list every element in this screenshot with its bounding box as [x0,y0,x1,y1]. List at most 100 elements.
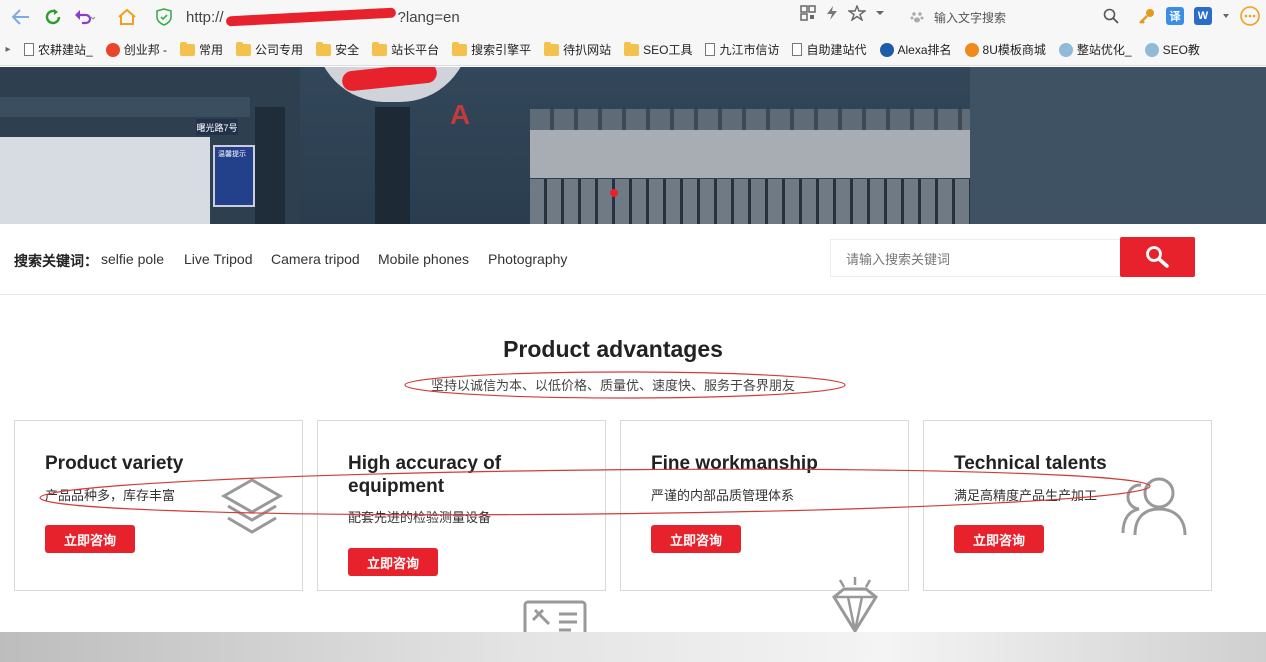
notice-board: 温馨提示 [213,145,255,207]
keyword-link[interactable]: Live Tripod [184,251,252,267]
card-title: Fine workmanship [651,453,818,474]
section-subtitle: 坚持以诚信为本、以低价格、质量优、速度快、服务于各界朋友 [430,378,795,393]
translate-extension-icon[interactable]: 译 [1166,7,1184,25]
bookmark-item[interactable]: 安全 [316,41,359,58]
site-search-button[interactable] [1120,237,1195,277]
chevron-down-icon[interactable] [1222,12,1230,20]
bookmark-label: 农耕建站_ [38,43,93,57]
address-actions [800,5,886,21]
url-prefix: http:// [186,8,224,26]
card-description: 产品品种多，库存丰富 [45,488,176,503]
banner-building-left [0,67,300,224]
banner-windows [530,179,970,224]
bookmark-item[interactable]: 待扒网站 [544,41,611,58]
bookmarks-expand-icon[interactable]: ▸ [0,44,16,55]
bookmark-item[interactable]: 公司专用 [236,41,303,58]
bookmark-label: 九江市信访 [719,43,780,57]
keyword-link[interactable]: Mobile phones [378,251,469,267]
bookmark-item[interactable]: SEO教 [1144,41,1200,58]
cloud-icon [1144,42,1159,57]
undo-icon [75,10,96,25]
star-icon[interactable] [848,5,866,21]
more-menu-icon[interactable] [1240,6,1260,26]
card-description: 满足高精度产品生产加工 [954,488,1098,503]
consult-button[interactable]: 立即咨询 [348,548,438,576]
consult-button[interactable]: 立即咨询 [954,525,1044,553]
hero-banner: 曙光路7号 温馨提示 A [0,67,1266,224]
consult-button[interactable]: 立即咨询 [651,525,741,553]
home-icon [118,8,136,25]
brand-u-icon [964,42,979,57]
card-title: Product variety [45,453,184,474]
bookmark-label: 整站优化_ [1076,43,1132,57]
keyword-search-row: 搜索关键词： selfie pole Live Tripod Camera tr… [0,224,1266,295]
banner-vents [530,109,970,131]
slide-indicator[interactable] [610,189,618,197]
bookmark-label: SEO工具 [643,43,693,57]
folder-icon [236,41,252,56]
home-button[interactable] [112,2,142,32]
card-title: Technical talents [954,453,1107,474]
keyword-link[interactable]: Photography [488,251,567,267]
bookmark-item[interactable]: SEO工具 [624,41,692,58]
banner-letter: A [450,99,471,130]
word-extension-icon[interactable]: W [1194,7,1212,25]
page-icon [792,43,803,56]
url-suffix: ?lang=en [397,8,460,26]
lightning-icon[interactable] [824,5,840,21]
back-button[interactable] [6,2,36,32]
bookmark-item[interactable]: Alexa排名 [879,41,952,58]
bookmark-item[interactable]: 农耕建站_ [24,41,93,58]
url-redaction [225,7,396,27]
folder-icon [372,41,388,56]
bookmark-item[interactable]: 整站优化_ [1058,41,1132,58]
bookmark-item[interactable]: 搜索引擎平 [452,41,531,58]
bookmark-label: 安全 [335,43,360,57]
bookmark-item[interactable]: 常用 [180,41,223,58]
consult-button[interactable]: 立即咨询 [45,525,135,553]
undo-button[interactable] [70,2,100,32]
cloud-icon [1058,42,1073,57]
back-arrow-icon [12,9,29,25]
keyword-link[interactable]: selfie pole [101,251,164,267]
bookmark-label: 常用 [199,43,224,57]
bookmark-label: 待扒网站 [563,43,612,57]
bookmark-item[interactable]: 站长平台 [372,41,439,58]
banner-building-right [970,67,1266,224]
advantage-card: High accuracy of equipment 配套先进的检验测量设备 立… [317,420,606,591]
address-bar[interactable]: http:// ?lang=en [156,5,896,29]
search-icon [1145,246,1169,268]
qr-code-icon[interactable] [800,5,816,21]
street-sign: 曙光路7号 [196,119,238,135]
folder-icon [544,41,560,56]
banner-wall [530,130,970,178]
section-title: Product advantages [503,336,723,362]
advantage-card: Product variety 产品品种多，库存丰富 立即咨询 [14,420,303,591]
folder-icon [624,41,640,56]
advantage-card: Fine workmanship 严谨的内部品质管理体系 立即咨询 [620,420,909,591]
diamond-icon [832,577,878,634]
bookmark-item[interactable]: 自助建站代 [792,41,867,58]
chevron-down-icon[interactable] [874,7,886,19]
footer-band [0,632,1266,662]
folder-icon [180,41,196,56]
bookmark-item[interactable]: 九江市信访 [705,41,779,58]
bookmark-item[interactable]: 创业邦 - [105,41,167,58]
tools-icon [523,600,587,634]
bookmarks-bar: ▸ 农耕建站_ 创业邦 - 常用 公司专用 安全 站长平台 搜索引擎平 待扒网站 SEO工具 九江… [0,34,1266,66]
alexa-icon [879,42,894,57]
bookmark-item[interactable]: 8U模板商城 [964,41,1046,58]
advantage-card: Technical talents 满足高精度产品生产加工 立即咨询 [923,420,1212,591]
site-search-input[interactable]: 请输入搜索关键词 [830,239,1120,277]
layers-icon [220,478,284,534]
bookmark-label: 8U模板商城 [982,43,1046,57]
search-icon[interactable] [1103,8,1119,24]
browser-search[interactable]: 输入文字搜索 [910,5,1125,29]
card-description: 配套先进的检验测量设备 [348,510,492,525]
bookmark-label: SEO教 [1162,43,1200,57]
keyword-link[interactable]: Camera tripod [271,251,360,267]
browser-toolbar: http:// ?lang=en 输入文字搜索 译 W [0,0,1266,34]
refresh-button[interactable] [38,2,68,32]
key-icon[interactable] [1138,7,1156,25]
notice-title: 温馨提示 [218,151,246,158]
